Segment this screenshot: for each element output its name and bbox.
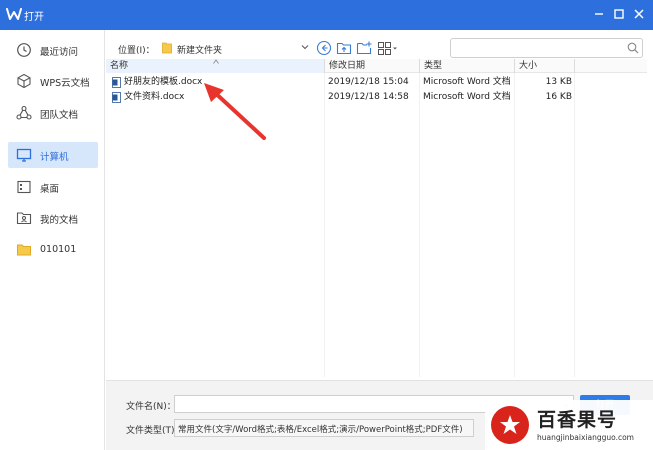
sidebar-item-folder-010101[interactable]: 010101 — [8, 237, 98, 263]
file-name: 好朋友的模板.docx — [124, 77, 203, 87]
sidebar-item-desktop[interactable]: 桌面 — [8, 174, 98, 200]
maximize-icon[interactable] — [612, 7, 626, 21]
column-divider — [324, 73, 325, 377]
annotation-arrow — [204, 83, 266, 140]
file-size: 16 KB — [545, 92, 572, 102]
column-divider — [574, 73, 575, 377]
file-date: 2019/12/18 14:58 — [328, 92, 409, 102]
filename-label: 文件名(N)： — [126, 402, 176, 412]
sidebar-item-recent[interactable]: 最近访问 — [8, 37, 98, 63]
file-list: 名称 修改日期 类型 大小 好朋友的模板.docx 2019/12/18 15:… — [106, 59, 647, 377]
star-icon — [500, 415, 520, 434]
file-type: Microsoft Word 文档 — [423, 92, 511, 102]
sidebar-item-label: 我的文档 — [40, 215, 79, 226]
up-folder-icon[interactable] — [336, 40, 352, 56]
file-row[interactable]: 好朋友的模板.docx 2019/12/18 15:04 Microsoft W… — [106, 75, 647, 89]
sidebar-item-label: 桌面 — [40, 184, 60, 195]
column-divider — [419, 73, 420, 377]
window-title: 打开 — [24, 12, 44, 23]
column-header-empty — [574, 59, 647, 73]
watermark-url: huangjinbaixiangguo.com — [537, 433, 634, 442]
location-path: 新建文件夹 — [177, 46, 223, 56]
filetype-select[interactable]: 常用文件(文字/Word格式;表格/Excel格式;演示/PowerPoint格… — [174, 419, 474, 437]
column-header-size[interactable]: 大小 — [514, 59, 574, 73]
sidebar-item-computer[interactable]: 计算机 — [8, 142, 98, 168]
location-label: 位置(I)： — [118, 46, 155, 56]
search-input[interactable] — [455, 41, 615, 55]
filetype-value: 常用文件(文字/Word格式;表格/Excel格式;演示/PowerPoint格… — [178, 425, 463, 435]
new-folder-icon[interactable] — [356, 40, 372, 56]
sidebar-item-label: 最近访问 — [40, 47, 79, 58]
clock-icon — [17, 43, 31, 57]
file-name: 文件资料.docx — [124, 92, 185, 102]
sidebar-item-label: 计算机 — [40, 152, 69, 163]
sidebar: 最近访问 WPS云文档 团队文档 计算机 桌面 我的文档 010101 — [0, 30, 105, 450]
watermark: 百香果号 huangjinbaixiangguo.com — [485, 400, 653, 450]
file-date: 2019/12/18 15:04 — [328, 77, 409, 87]
my-documents-icon — [16, 212, 32, 225]
column-header-date[interactable]: 修改日期 — [324, 59, 419, 73]
minimize-icon[interactable] — [592, 7, 606, 21]
word-document-icon — [112, 92, 121, 103]
word-document-icon — [112, 77, 121, 88]
sidebar-item-my-documents[interactable]: 我的文档 — [8, 205, 98, 231]
close-icon[interactable] — [632, 7, 646, 21]
desktop-icon — [17, 180, 31, 194]
file-row[interactable]: 文件资料.docx 2019/12/18 14:58 Microsoft Wor… — [106, 90, 647, 104]
file-list-header: 名称 修改日期 类型 大小 — [106, 59, 647, 73]
wps-logo-icon — [6, 8, 22, 20]
sidebar-item-wps-cloud[interactable]: WPS云文档 — [8, 68, 98, 94]
sidebar-item-team[interactable]: 团队文档 — [8, 100, 98, 126]
computer-icon — [16, 148, 32, 162]
column-header-type[interactable]: 类型 — [419, 59, 514, 73]
cube-icon — [17, 73, 31, 89]
sidebar-item-label: 团队文档 — [40, 110, 79, 121]
column-divider — [514, 73, 515, 377]
watermark-title: 百香果号 — [537, 409, 618, 431]
sort-ascending-icon — [213, 59, 219, 64]
chevron-down-icon — [301, 45, 309, 50]
sidebar-item-label: WPS云文档 — [40, 78, 90, 89]
sidebar-item-label: 010101 — [40, 244, 77, 255]
location-dropdown[interactable]: 新建文件夹 — [158, 38, 310, 58]
watermark-logo — [491, 406, 529, 444]
folder-icon — [17, 244, 31, 256]
search-icon[interactable] — [627, 42, 639, 54]
search-box[interactable] — [450, 38, 643, 58]
back-icon[interactable] — [316, 40, 332, 56]
folder-icon — [162, 42, 172, 54]
file-type: Microsoft Word 文档 — [423, 77, 511, 87]
file-size: 13 KB — [545, 77, 572, 87]
team-icon — [16, 105, 32, 120]
title-bar: 打开 — [0, 0, 653, 30]
view-mode-icon[interactable] — [377, 40, 399, 56]
